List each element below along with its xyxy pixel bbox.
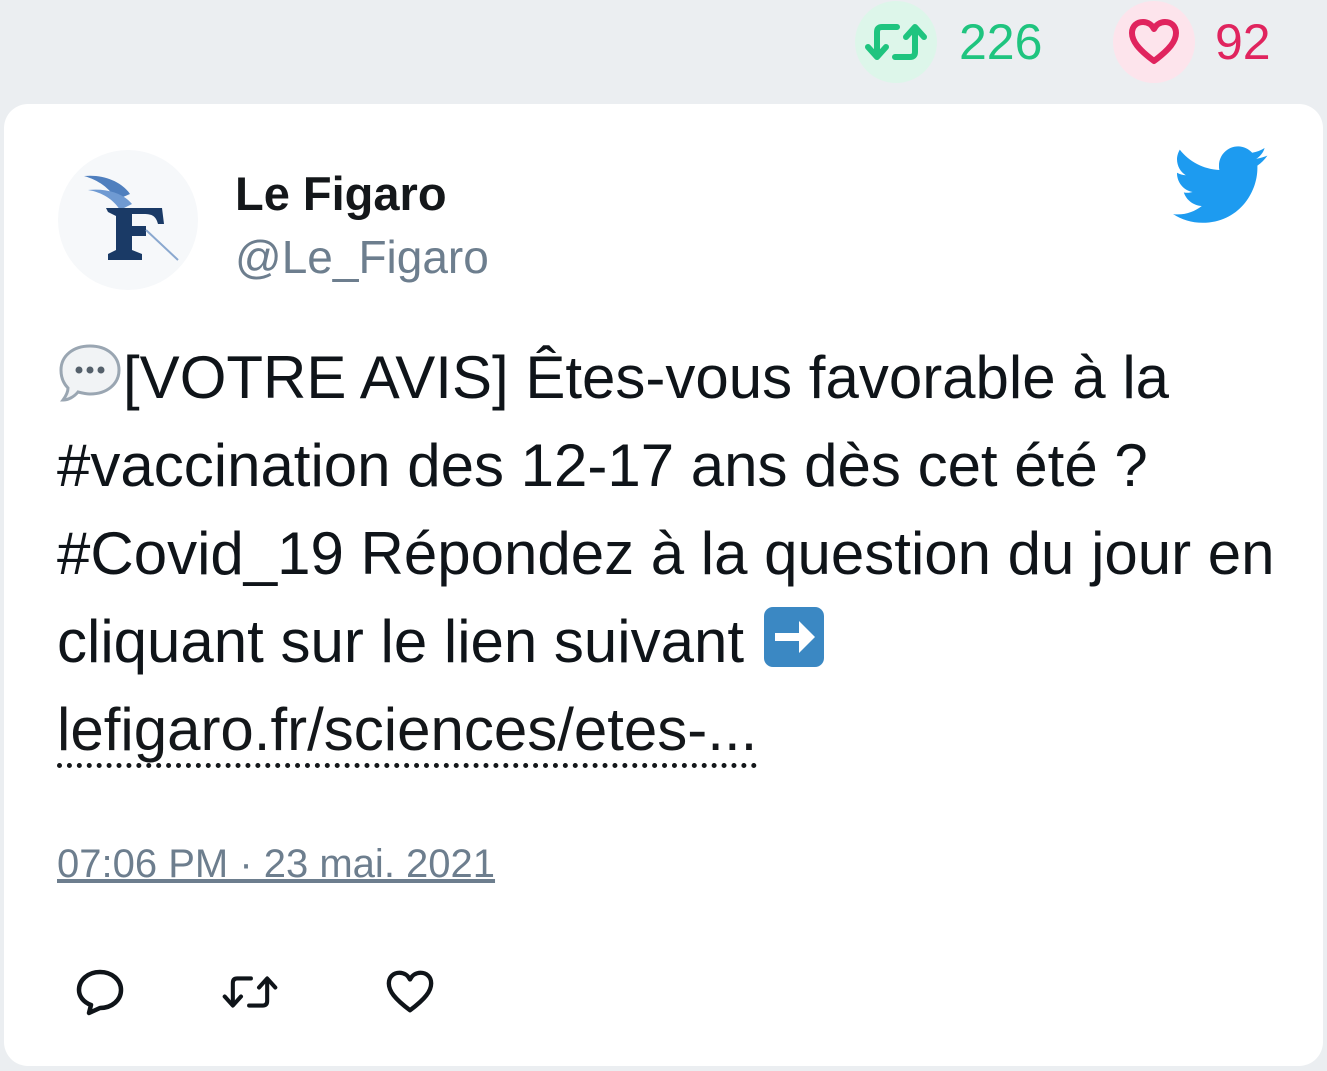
retweet-count: 226 xyxy=(959,14,1043,70)
engagement-bar: 226 92 xyxy=(0,0,1327,100)
avatar[interactable] xyxy=(58,150,198,290)
heart-icon[interactable] xyxy=(1113,1,1195,83)
author-handle[interactable]: @Le_Figaro xyxy=(235,230,489,284)
like-action-icon[interactable] xyxy=(382,964,438,1020)
tweet-text: [VOTRE AVIS] Êtes-vous favorable à la #v… xyxy=(57,334,1287,774)
speech-bubble-emoji xyxy=(59,344,121,402)
tweet-body: [VOTRE AVIS] Êtes-vous favorable à la #v… xyxy=(57,344,1275,675)
retweet-stat[interactable]: 226 xyxy=(855,0,1042,84)
author-name[interactable]: Le Figaro xyxy=(235,166,447,221)
reply-icon[interactable] xyxy=(72,964,128,1020)
figaro-logo-icon xyxy=(84,175,179,261)
like-stat[interactable]: 92 xyxy=(1113,0,1271,84)
twitter-bird-icon[interactable] xyxy=(1172,146,1270,231)
like-count: 92 xyxy=(1215,14,1271,70)
retweet-icon[interactable] xyxy=(855,1,937,83)
right-arrow-emoji xyxy=(763,607,824,667)
tweet-card: Le Figaro @Le_Figaro [VOTRE AVIS] Êtes-v… xyxy=(4,104,1323,1066)
tweet-link[interactable]: lefigaro.fr/sciences/etes-... xyxy=(57,696,758,768)
tweet-timestamp[interactable]: 07:06 PM · 23 mai. 2021 xyxy=(57,842,495,887)
retweet-action-icon[interactable] xyxy=(222,964,278,1020)
